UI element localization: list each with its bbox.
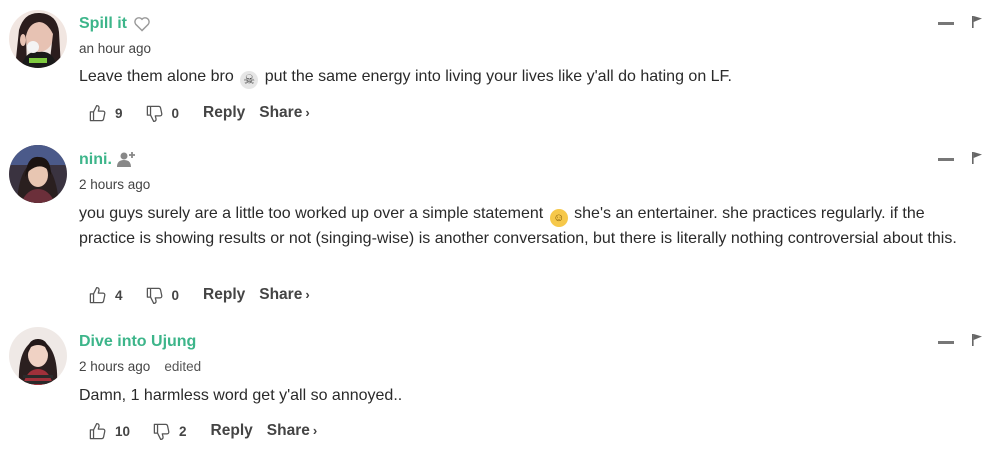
- collapse-icon[interactable]: [938, 341, 954, 344]
- reply-button[interactable]: Reply: [203, 104, 245, 122]
- chevron-right-icon: ›: [305, 105, 310, 120]
- flag-icon[interactable]: [972, 152, 982, 164]
- dislike-count: 0: [171, 287, 180, 303]
- author-name[interactable]: Dive into Ujung: [79, 333, 196, 351]
- flag-icon[interactable]: [972, 334, 982, 346]
- share-label: Share: [259, 104, 303, 121]
- thumbs-up-icon: [89, 422, 106, 439]
- comment-text-end: put the same energy into living your liv…: [264, 68, 732, 85]
- comment-text-start: Damn, 1 harmless word get y'all so annoy…: [79, 387, 403, 404]
- share-button[interactable]: Share ›: [267, 422, 317, 440]
- dislike-button[interactable]: 2: [152, 422, 187, 441]
- share-label: Share: [266, 422, 310, 439]
- flag-icon[interactable]: [972, 16, 982, 28]
- heart-outline-icon[interactable]: [133, 16, 151, 36]
- thumbs-down-icon: [146, 287, 162, 304]
- like-count: 10: [115, 423, 131, 439]
- author-name[interactable]: Spill it: [79, 15, 127, 33]
- share-label: Share: [259, 286, 303, 303]
- add-user-icon[interactable]: [117, 150, 137, 172]
- comment-meta: 2 hours ago: [79, 177, 150, 192]
- like-button[interactable]: 4: [88, 286, 123, 305]
- thumbs-up-icon: [89, 286, 106, 303]
- thumbs-up-icon: [89, 104, 106, 121]
- dislike-count: 0: [171, 105, 180, 121]
- comment-meta: 2 hours ago edited: [79, 359, 201, 374]
- chevron-right-icon: ›: [305, 287, 310, 302]
- like-button[interactable]: 9: [88, 104, 123, 123]
- like-count: 9: [115, 105, 123, 121]
- comment-text-start: you guys surely are a little too worked …: [79, 205, 544, 222]
- reply-button[interactable]: Reply: [211, 422, 253, 440]
- dislike-button[interactable]: 0: [145, 286, 180, 305]
- chevron-right-icon: ›: [312, 423, 318, 438]
- dislike-count: 2: [179, 423, 187, 439]
- avatar[interactable]: [9, 327, 67, 385]
- comment-text: Leave them alone bro ☠ put the same ener…: [79, 65, 984, 89]
- skull-emoji-icon: ☠: [240, 71, 259, 89]
- avatar[interactable]: [9, 145, 67, 203]
- collapse-icon[interactable]: [938, 22, 954, 25]
- comment-actions: 4 0 Reply Share ›: [88, 283, 310, 307]
- thumbs-down-icon: [146, 105, 162, 122]
- grimacing-face-emoji-icon: ☺: [549, 209, 568, 227]
- comment-text: Damn, 1 harmless word get y'all so annoy…: [79, 384, 984, 407]
- comment-text: you guys surely are a little too worked …: [79, 202, 984, 250]
- dislike-button[interactable]: 0: [145, 104, 180, 123]
- edited-label: edited: [164, 359, 202, 374]
- thumbs-down-icon: [153, 423, 170, 440]
- author-name[interactable]: nini.: [79, 151, 112, 169]
- like-count: 4: [115, 287, 123, 303]
- comment-text-start: Leave them alone bro: [79, 68, 234, 85]
- reply-button[interactable]: Reply: [203, 286, 245, 304]
- timestamp[interactable]: 2 hours ago: [79, 177, 150, 192]
- share-button[interactable]: Share ›: [259, 286, 309, 304]
- comment-meta: an hour ago: [79, 41, 151, 56]
- collapse-icon[interactable]: [938, 158, 954, 161]
- timestamp[interactable]: 2 hours ago: [79, 359, 150, 374]
- like-button[interactable]: 10: [88, 422, 130, 441]
- comment-actions: 9 0 Reply Share ›: [88, 101, 310, 125]
- timestamp[interactable]: an hour ago: [79, 41, 151, 56]
- avatar[interactable]: [9, 10, 67, 68]
- share-button[interactable]: Share ›: [259, 104, 309, 122]
- comment-actions: 10 2 Reply Share ›: [88, 419, 317, 443]
